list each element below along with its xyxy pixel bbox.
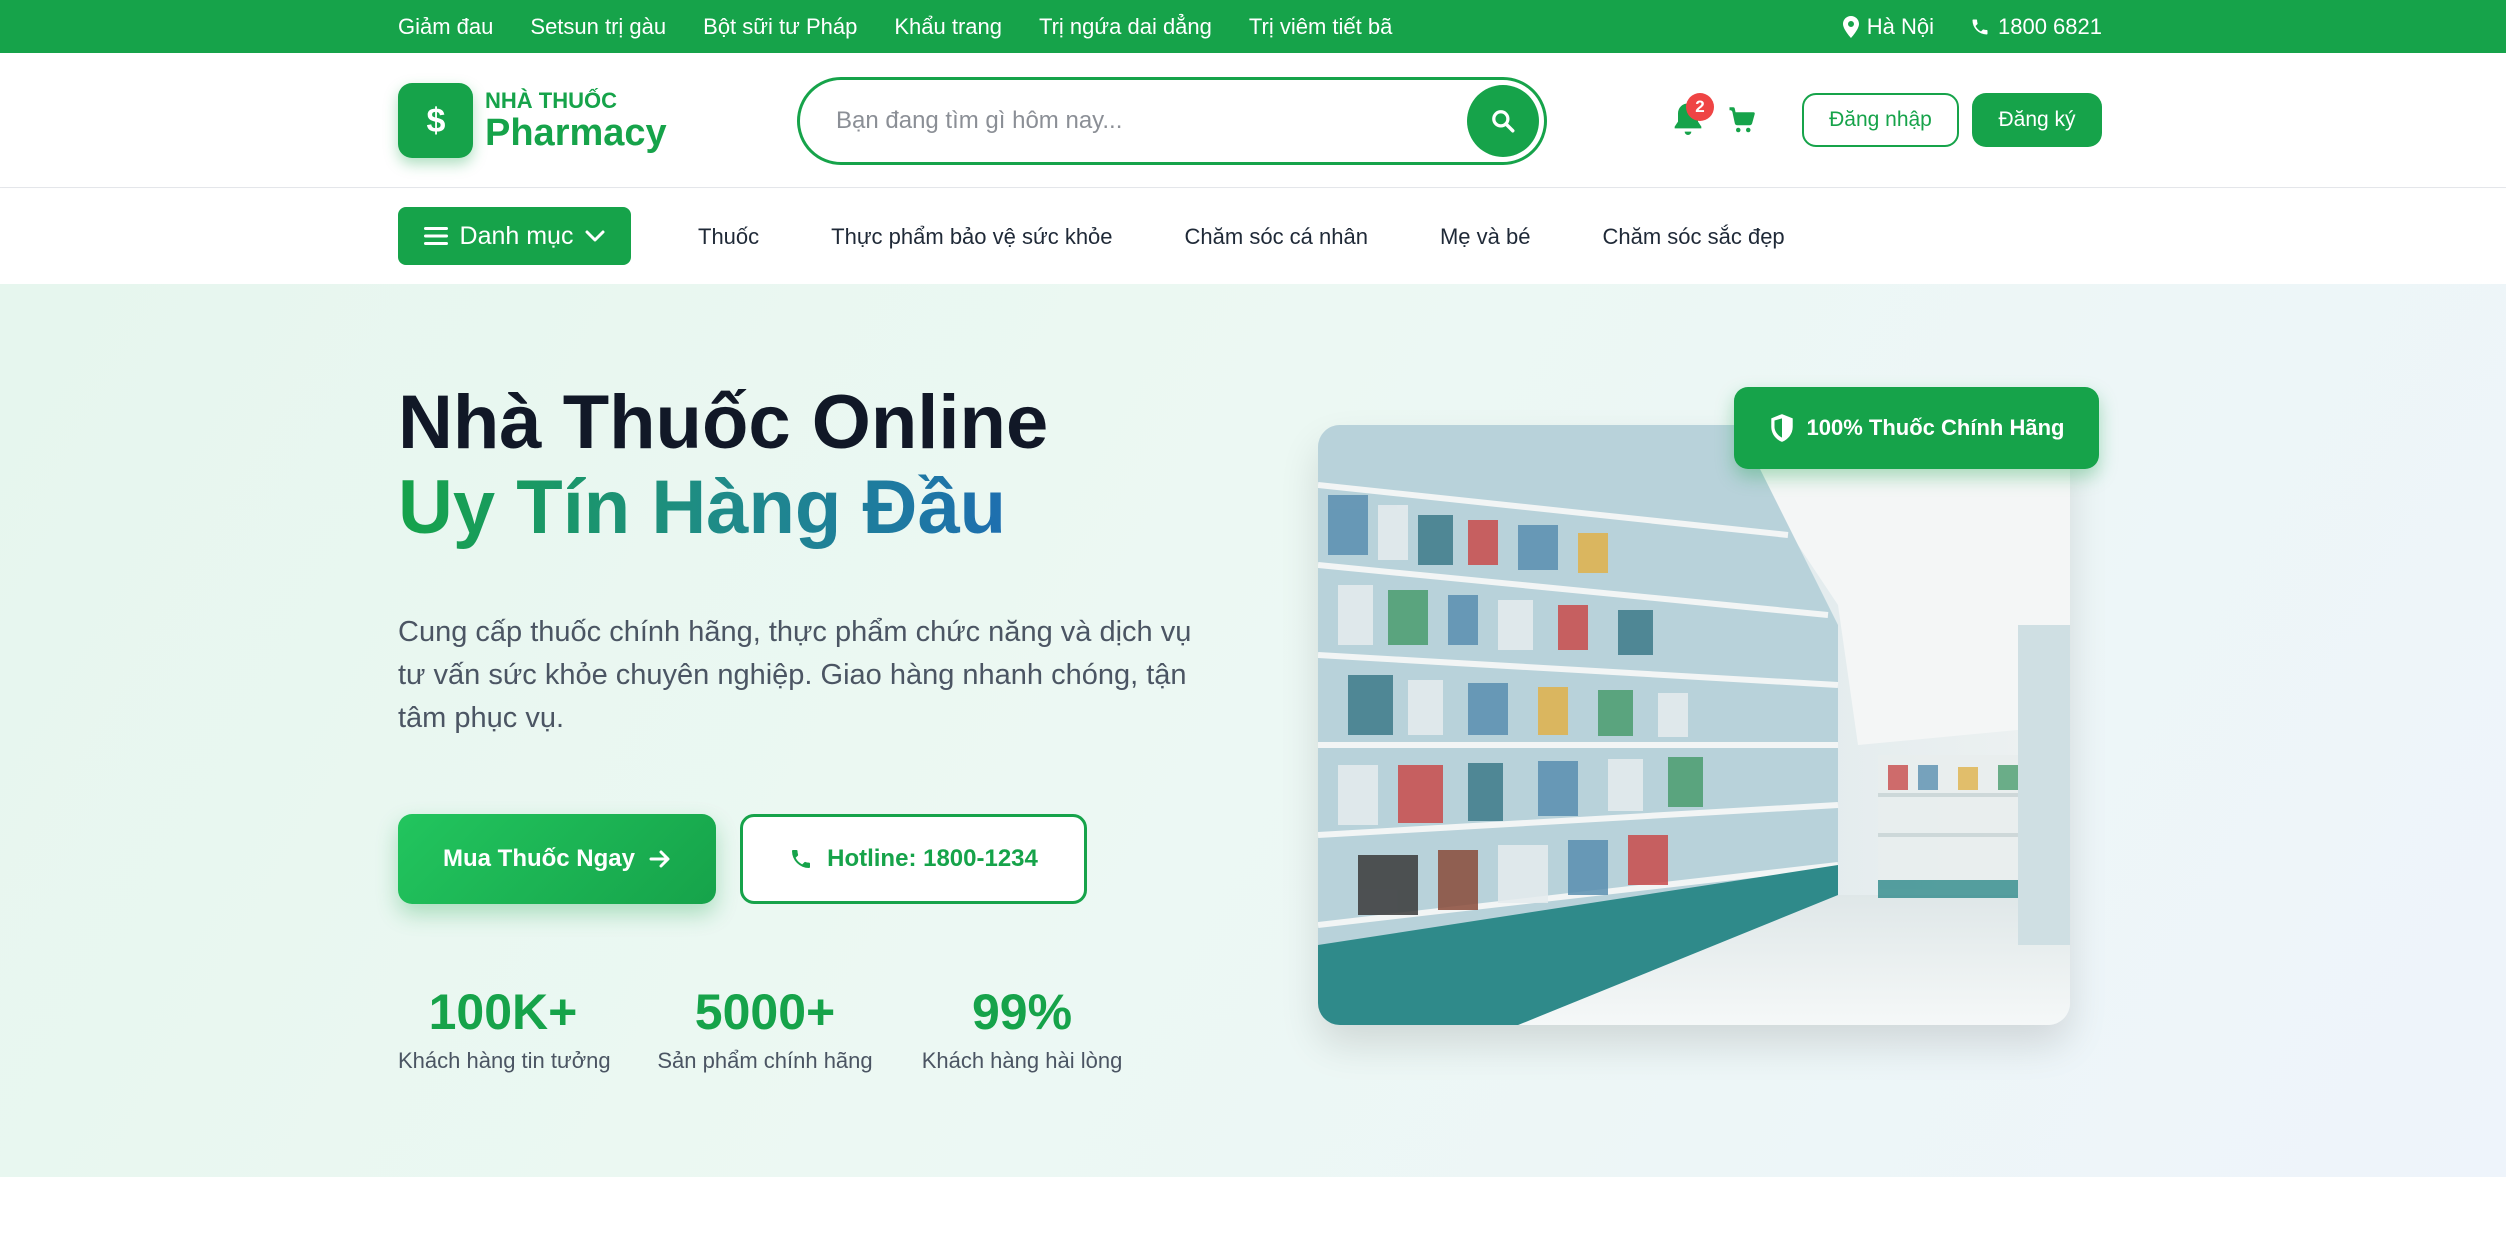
nav-item-personal-care[interactable]: Chăm sóc cá nhân: [1185, 224, 1368, 250]
register-button[interactable]: Đăng ký: [1972, 93, 2102, 147]
category-button[interactable]: Danh mục: [398, 207, 631, 265]
stat-value: 99%: [971, 984, 1073, 1040]
pharmacy-photo: [1318, 425, 2070, 1025]
buy-now-button[interactable]: Mua Thuốc Ngay: [398, 814, 716, 904]
phone-icon: [1972, 19, 1988, 34]
notification-badge: 2: [1686, 93, 1714, 121]
svg-text:$: $: [426, 102, 445, 140]
authentic-badge-label: 100% Thuốc Chính Hãng: [1806, 415, 2065, 440]
hotline-button[interactable]: Hotline: 1800-1234: [740, 814, 1087, 904]
map-pin-icon: [1842, 15, 1859, 38]
main-nav: Danh mục Thuốc Thực phẩm bảo vệ sức khỏe…: [0, 189, 2506, 284]
stat-customers: 100K+ Khách hàng tin tưởng: [398, 982, 611, 1074]
nav-item-thuoc[interactable]: Thuốc: [698, 224, 759, 250]
search-input[interactable]: [836, 98, 1436, 144]
top-bar: Giảm đau Setsun trị gàu Bột sữi tư Pháp …: [0, 0, 2506, 53]
shield-icon: [1770, 414, 1793, 442]
stat-products: 5000+ Sản phẩm chính hãng: [657, 982, 873, 1074]
logo[interactable]: $ NHÀ THUỐC Pharmacy: [398, 83, 667, 158]
location-link[interactable]: Hà Nội: [1842, 13, 1934, 40]
search-button[interactable]: [1467, 85, 1539, 157]
logo-title: Pharmacy: [485, 111, 667, 154]
nav-item-supplements[interactable]: Thực phẩm bảo vệ sức khỏe: [831, 224, 1112, 250]
arrow-right-icon: [649, 850, 670, 868]
stat-value: 100K+: [428, 984, 578, 1040]
quick-link[interactable]: Setsun trị gàu: [530, 14, 666, 40]
quick-link[interactable]: Trị viêm tiết bã: [1249, 14, 1392, 40]
nav-item-beauty[interactable]: Chăm sóc sắc đẹp: [1602, 224, 1784, 250]
logo-subtitle: NHÀ THUỐC: [485, 87, 617, 113]
search-icon: [1492, 110, 1515, 133]
pill-icon: $: [398, 83, 473, 158]
login-button[interactable]: Đăng nhập: [1802, 93, 1959, 147]
quick-link[interactable]: Giảm đau: [398, 14, 493, 40]
hero-title-highlight: Uy Tín Hàng Đầu: [398, 465, 1007, 550]
category-label: Danh mục: [459, 221, 574, 250]
hero-title: Nhà Thuốc Online: [398, 380, 1049, 465]
phone-link[interactable]: 1800 6821: [1970, 14, 2102, 40]
chevron-down-icon: [585, 230, 605, 242]
phone-icon: [792, 850, 811, 868]
buy-now-label: Mua Thuốc Ngay: [442, 845, 635, 872]
cart-icon[interactable]: [1727, 105, 1757, 135]
stat-label: Sản phẩm chính hãng: [657, 1048, 873, 1073]
search-bar: [797, 77, 1547, 165]
stat-value: 5000+: [694, 984, 836, 1040]
hotline-label: Hotline: 1800-1234: [827, 845, 1038, 872]
authentic-badge: 100% Thuốc Chính Hãng: [1734, 387, 2099, 469]
hero-description: Cung cấp thuốc chính hãng, thực phẩm chứ…: [398, 616, 1192, 734]
location-text: Hà Nội: [1866, 13, 1934, 39]
stat-satisfaction: 99% Khách hàng hài lòng: [921, 982, 1123, 1074]
stat-label: Khách hàng hài lòng: [921, 1048, 1123, 1073]
phone-text: 1800 6821: [1998, 13, 2102, 39]
hero-section: Nhà Thuốc Online Uy Tín Hàng Đầu Cung cấ…: [0, 284, 2506, 1177]
quick-links: Giảm đau Setsun trị gàu Bột sữi tư Pháp …: [398, 0, 1392, 53]
nav-item-mom-baby[interactable]: Mẹ và bé: [1440, 224, 1531, 250]
quick-link[interactable]: Khẩu trang: [894, 14, 1002, 40]
quick-link[interactable]: Trị ngứa dai dẳng: [1039, 14, 1212, 40]
header: $ NHÀ THUỐC Pharmacy 2 Đăng nhập Đăng ký: [0, 53, 2506, 188]
quick-link[interactable]: Bột sữi tư Pháp: [703, 14, 857, 40]
menu-icon: [423, 227, 448, 245]
stat-label: Khách hàng tin tưởng: [398, 1048, 611, 1073]
